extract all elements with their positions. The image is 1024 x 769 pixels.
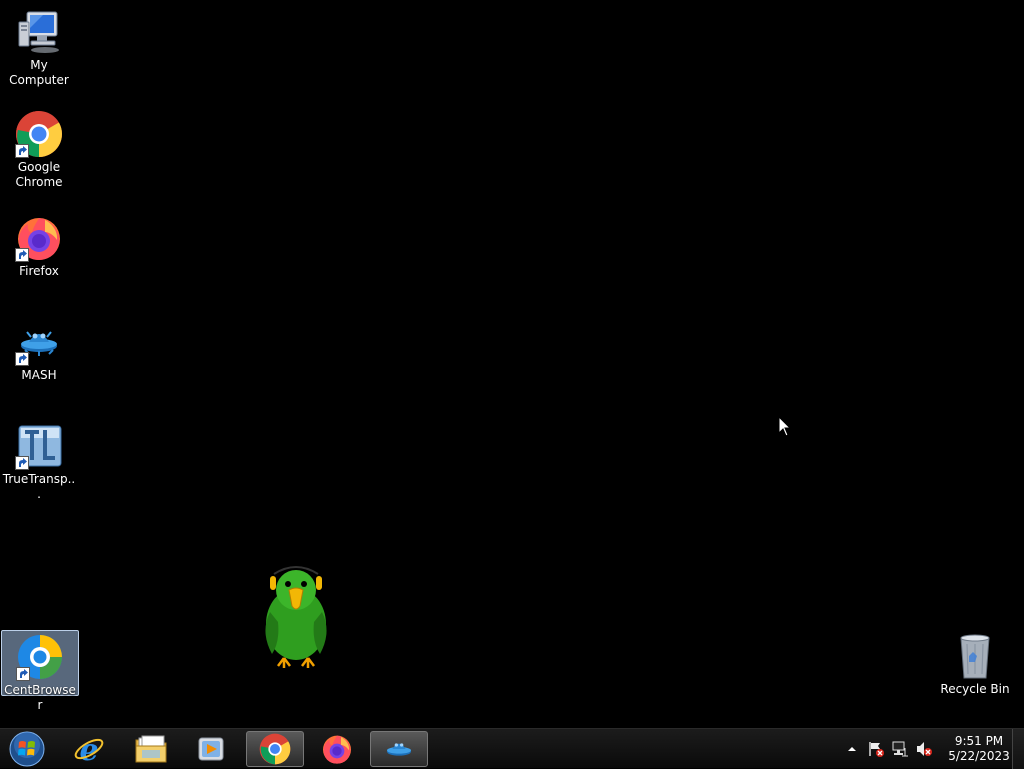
start-orb-icon	[9, 731, 45, 767]
chevron-up-icon	[848, 747, 856, 751]
centbrowser-icon	[16, 633, 64, 681]
action-center-flag-icon	[869, 742, 884, 757]
taskbar-chrome[interactable]	[246, 731, 304, 767]
mouse-cursor-icon	[778, 415, 792, 438]
mash-icon	[15, 318, 63, 366]
google-chrome-label: Google Chrome	[15, 160, 63, 189]
parrot-desktop-gadget[interactable]	[256, 562, 336, 672]
chrome-icon	[15, 110, 63, 158]
volume-muted-icon	[917, 742, 932, 756]
taskbar-mash[interactable]	[370, 731, 428, 767]
start-button[interactable]	[4, 730, 50, 768]
google-chrome-shortcut[interactable]: Google Chrome	[0, 110, 78, 190]
truetransparency-icon	[15, 422, 63, 470]
chrome-icon	[259, 733, 291, 765]
mash-label: MASH	[21, 368, 57, 382]
mash-shortcut[interactable]: MASH	[0, 318, 78, 383]
firefox-icon	[15, 214, 63, 262]
my-computer-shortcut[interactable]: My Computer	[0, 8, 78, 88]
desktop[interactable]: My Computer Google Chrome Firefox MASH T…	[0, 0, 1024, 728]
media-player-icon	[198, 737, 224, 761]
computer-icon	[15, 8, 63, 56]
truetransparency-label: TrueTransp...	[2, 472, 76, 501]
shortcut-arrow-icon	[15, 144, 29, 158]
recycle-bin-label: Recycle Bin	[940, 682, 1010, 696]
system-tray: 9:51 PM 5/22/2023	[840, 729, 1010, 769]
network-icon	[892, 741, 908, 757]
firefox-label: Firefox	[19, 264, 59, 278]
shortcut-arrow-icon	[15, 352, 29, 366]
show-desktop-button[interactable]	[1012, 729, 1024, 769]
network-button[interactable]	[891, 740, 909, 758]
taskbar-file-explorer[interactable]	[122, 731, 180, 767]
recycle-bin-icon	[951, 632, 999, 680]
volume-button[interactable]	[915, 740, 933, 758]
shortcut-arrow-icon	[15, 456, 29, 470]
show-hidden-icons-button[interactable]	[843, 740, 861, 758]
taskbar-media-player[interactable]	[182, 731, 240, 767]
truetransparency-shortcut[interactable]: TrueTransp...	[0, 422, 78, 502]
action-center-button[interactable]	[867, 740, 885, 758]
internet-explorer-icon: e	[74, 733, 104, 765]
taskbar-clock[interactable]: 9:51 PM 5/22/2023	[948, 734, 1010, 764]
clock-time: 9:51 PM	[954, 734, 1004, 748]
shortcut-arrow-icon	[16, 667, 30, 681]
firefox-icon	[323, 735, 351, 764]
clock-date: 5/22/2023	[948, 749, 1010, 763]
centbrowser-shortcut[interactable]: CentBrowser	[1, 630, 79, 712]
centbrowser-label: CentBrowser	[4, 683, 76, 712]
taskbar: e 9:51 PM 5/22/2023	[0, 728, 1024, 769]
recycle-bin-shortcut[interactable]: Recycle Bin	[936, 632, 1014, 697]
my-computer-label: My Computer	[9, 58, 69, 87]
shortcut-arrow-icon	[15, 248, 29, 262]
firefox-shortcut[interactable]: Firefox	[0, 214, 78, 279]
mash-icon	[387, 743, 411, 756]
file-explorer-icon	[135, 735, 167, 763]
taskbar-internet-explorer[interactable]: e	[60, 731, 118, 767]
svg-text:e: e	[79, 733, 98, 765]
taskbar-firefox[interactable]	[308, 731, 366, 767]
